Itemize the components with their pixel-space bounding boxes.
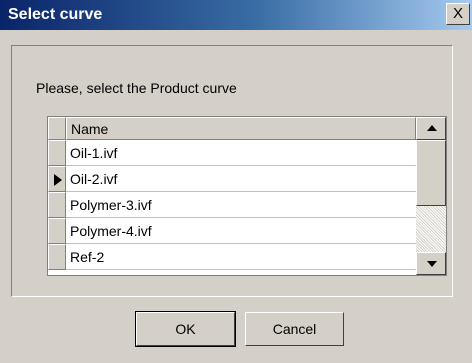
arrow-up-icon — [427, 125, 437, 131]
row-name-cell[interactable]: Oil-2.ivf — [66, 166, 416, 192]
grid-header: Name — [48, 117, 416, 140]
row-indicator[interactable] — [48, 244, 66, 270]
table-row[interactable]: Oil-2.ivf — [48, 166, 416, 192]
scroll-thumb[interactable] — [416, 140, 446, 206]
curve-grid[interactable]: Name Oil-1.ivf Oil-2.ivf Polymer-3.ivf P… — [47, 116, 447, 276]
scroll-up-button[interactable] — [416, 117, 446, 140]
close-button[interactable]: X — [446, 3, 470, 25]
row-name-cell[interactable]: Polymer-3.ivf — [66, 192, 416, 218]
table-row[interactable]: Polymer-3.ivf — [48, 192, 416, 218]
window-title: Select curve — [8, 6, 103, 23]
row-indicator[interactable] — [48, 192, 66, 218]
title-bar: Select curve X — [0, 0, 472, 30]
scroll-down-button[interactable] — [416, 252, 446, 275]
current-row-arrow-icon — [54, 174, 62, 186]
prompt-label: Please, select the Product curve — [36, 80, 237, 96]
row-indicator[interactable] — [48, 166, 66, 192]
header-indicator-cell — [48, 117, 66, 140]
row-name-cell[interactable]: Ref-2 — [66, 244, 416, 270]
close-icon: X — [452, 5, 463, 22]
row-name-cell[interactable]: Polymer-4.ivf — [66, 218, 416, 244]
ok-button[interactable]: OK — [135, 311, 236, 347]
table-row[interactable]: Polymer-4.ivf — [48, 218, 416, 244]
table-row[interactable]: Oil-1.ivf — [48, 140, 416, 166]
vertical-scrollbar[interactable] — [416, 117, 446, 275]
row-indicator[interactable] — [48, 218, 66, 244]
row-indicator[interactable] — [48, 140, 66, 166]
arrow-down-icon — [427, 261, 437, 267]
column-header-name[interactable]: Name — [66, 117, 416, 140]
cancel-button[interactable]: Cancel — [245, 312, 344, 346]
table-row[interactable]: Ref-2 — [48, 244, 416, 270]
row-name-cell[interactable]: Oil-1.ivf — [66, 140, 416, 166]
